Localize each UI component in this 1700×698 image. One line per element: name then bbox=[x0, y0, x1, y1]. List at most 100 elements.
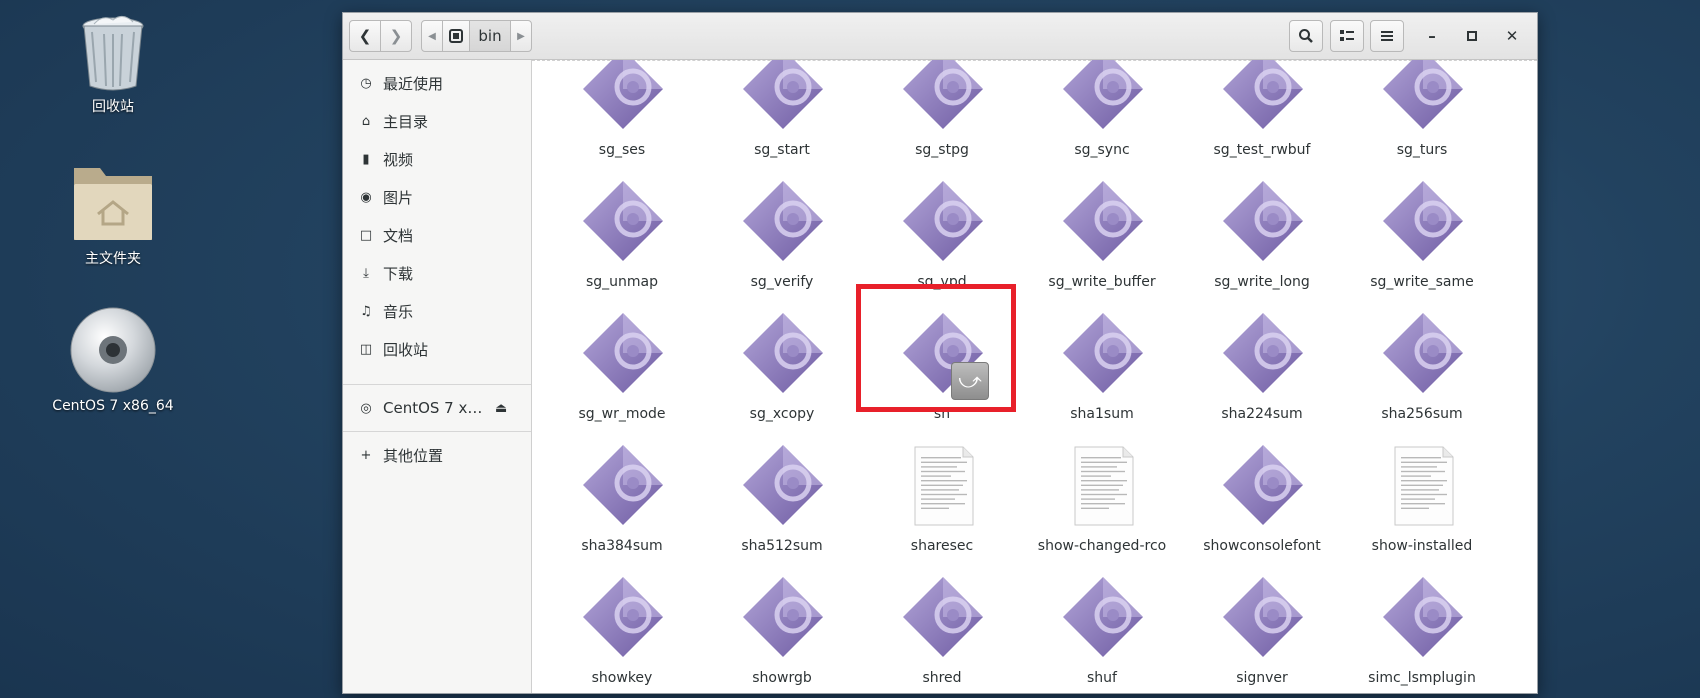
executable-icon bbox=[1063, 60, 1143, 129]
executable-icon bbox=[583, 313, 663, 393]
executable-icon bbox=[903, 181, 983, 261]
sidebar-item-label: 音乐 bbox=[383, 302, 414, 321]
executable-icon bbox=[1063, 577, 1143, 657]
file-name-label: sha384sum bbox=[581, 538, 663, 554]
desktop-icon-trash[interactable]: 回收站 bbox=[43, 12, 183, 116]
desktop-icon-label: 主文件夹 bbox=[85, 251, 141, 267]
path-root-button[interactable] bbox=[442, 20, 470, 52]
drive-icon bbox=[449, 29, 463, 43]
file-name-label: sg_write_buffer bbox=[1048, 274, 1156, 290]
file-name-label: sg_stpg bbox=[915, 142, 969, 158]
maximize-button[interactable] bbox=[1461, 25, 1483, 47]
camera-icon: ◉ bbox=[360, 189, 372, 205]
executable-icon bbox=[743, 181, 823, 261]
executable-icon bbox=[903, 577, 983, 657]
search-button[interactable] bbox=[1289, 20, 1323, 52]
desktop-icon-cdrom[interactable]: CentOS 7 x86_64 bbox=[43, 306, 183, 414]
executable-icon bbox=[1223, 181, 1303, 261]
file-item-executable[interactable]: sha1sum bbox=[1027, 306, 1177, 431]
file-item-executable[interactable]: showkey bbox=[547, 570, 697, 693]
sidebar-item-recent[interactable]: ◷ 最近使用 bbox=[343, 66, 531, 100]
file-item-text[interactable]: sharesec bbox=[867, 438, 1017, 563]
sidebar-separator bbox=[343, 431, 531, 432]
plus-icon: + bbox=[360, 447, 372, 463]
file-item-executable[interactable]: sg_write_long bbox=[1187, 174, 1337, 299]
executable-icon bbox=[583, 445, 663, 525]
back-button[interactable]: ❮ bbox=[349, 20, 381, 52]
sidebar-item-documents[interactable]: □ 文档 bbox=[343, 218, 531, 252]
file-item-executable[interactable]: sg_test_rwbuf bbox=[1187, 60, 1337, 167]
close-button[interactable]: ✕ bbox=[1501, 25, 1523, 47]
executable-icon bbox=[1223, 60, 1303, 129]
triangle-left-icon: ◀ bbox=[428, 30, 436, 42]
file-item-executable[interactable]: sg_vpd bbox=[867, 174, 1017, 299]
file-item-executable[interactable]: showconsolefont bbox=[1187, 438, 1337, 563]
sidebar-item-label: 图片 bbox=[383, 188, 414, 207]
file-item-executable[interactable]: sg_xcopy bbox=[707, 306, 857, 431]
file-name-label: sg_ses bbox=[598, 142, 646, 158]
minimize-button[interactable]: – bbox=[1421, 25, 1443, 47]
file-item-executable[interactable]: sg_sync bbox=[1027, 60, 1177, 167]
file-item-executable[interactable]: simc_lsmplugin bbox=[1347, 570, 1497, 693]
sidebar-item-other-locations[interactable]: + 其他位置 bbox=[343, 438, 531, 472]
document-icon: □ bbox=[359, 227, 373, 243]
sidebar-item-videos[interactable]: ▮ 视频 bbox=[343, 142, 531, 176]
trash-icon: ◫ bbox=[359, 341, 373, 357]
file-item-executable[interactable]: sg_turs bbox=[1347, 60, 1497, 167]
file-item-executable[interactable]: shuf bbox=[1027, 570, 1177, 693]
executable-icon bbox=[1223, 445, 1303, 525]
file-item-executable[interactable]: sg_unmap bbox=[547, 174, 697, 299]
path-right-scroll-button[interactable]: ▶ bbox=[510, 20, 532, 52]
forward-button[interactable]: ❯ bbox=[380, 20, 412, 52]
file-item-executable[interactable]: sg_wr_mode bbox=[547, 306, 697, 431]
file-item-executable[interactable]: sha224sum bbox=[1187, 306, 1337, 431]
view-mode-button[interactable] bbox=[1330, 20, 1364, 52]
executable-icon bbox=[1063, 313, 1143, 393]
file-name-label: show-changed-rco bbox=[1037, 538, 1167, 554]
file-item-executable[interactable]: sha512sum bbox=[707, 438, 857, 563]
file-name-label: sg_wr_mode bbox=[578, 406, 666, 422]
file-item-executable[interactable]: sg_write_buffer bbox=[1027, 174, 1177, 299]
file-item-executable[interactable]: sha256sum bbox=[1347, 306, 1497, 431]
file-item-executable[interactable]: signver bbox=[1187, 570, 1337, 693]
executable-icon bbox=[1383, 60, 1463, 129]
file-item-text[interactable]: show-installed bbox=[1347, 438, 1497, 563]
file-name-label: simc_lsmplugin bbox=[1368, 670, 1476, 686]
path-bin-button[interactable]: bin bbox=[469, 20, 511, 52]
sidebar-item-device[interactable]: ◎ CentOS 7 x… ⏏ bbox=[343, 391, 531, 425]
file-item-executable[interactable]: sg_stpg bbox=[867, 60, 1017, 167]
sidebar-item-downloads[interactable]: ⤓ 下载 bbox=[343, 256, 531, 290]
sidebar-item-trash[interactable]: ◫ 回收站 bbox=[343, 332, 531, 366]
executable-icon bbox=[1383, 577, 1463, 657]
file-name-label: sg_turs bbox=[1396, 142, 1448, 158]
file-item-executable[interactable]: showrgb bbox=[707, 570, 857, 693]
file-name-label: signver bbox=[1236, 670, 1288, 686]
file-item-executable[interactable]: sg_verify bbox=[707, 174, 857, 299]
executable-icon bbox=[743, 313, 823, 393]
file-name-label: showkey bbox=[591, 670, 653, 686]
file-item-executable[interactable]: sg_write_same bbox=[1347, 174, 1497, 299]
sidebar-item-label: 下载 bbox=[383, 264, 414, 283]
sidebar-separator bbox=[343, 384, 531, 385]
file-item-executable[interactable]: sg_start bbox=[707, 60, 857, 167]
file-item-text[interactable]: show-changed-rco bbox=[1027, 438, 1177, 563]
file-name-label: shuf bbox=[1087, 670, 1117, 686]
eject-icon[interactable]: ⏏ bbox=[495, 401, 507, 416]
sidebar-item-home[interactable]: ⌂ 主目录 bbox=[343, 104, 531, 138]
path-left-scroll-button[interactable]: ◀ bbox=[421, 20, 443, 52]
menu-button[interactable] bbox=[1370, 20, 1404, 52]
executable-icon bbox=[1063, 181, 1143, 261]
desktop-icon-home-folder[interactable]: 主文件夹 bbox=[43, 160, 183, 268]
home-icon: ⌂ bbox=[361, 113, 371, 129]
file-item-executable[interactable]: sg_ses bbox=[547, 60, 697, 167]
file-name-label: sg_xcopy bbox=[749, 406, 815, 422]
sidebar-item-label: 最近使用 bbox=[383, 74, 444, 93]
executable-icon bbox=[583, 577, 663, 657]
file-item-executable[interactable]: shred bbox=[867, 570, 1017, 693]
sidebar-item-pictures[interactable]: ◉ 图片 bbox=[343, 180, 531, 214]
file-item-executable[interactable]: sha384sum bbox=[547, 438, 697, 563]
sidebar-item-music[interactable]: ♫ 音乐 bbox=[343, 294, 531, 328]
video-icon: ▮ bbox=[362, 151, 370, 167]
clock-icon: ◷ bbox=[360, 75, 372, 91]
highlight-box bbox=[856, 284, 1016, 412]
